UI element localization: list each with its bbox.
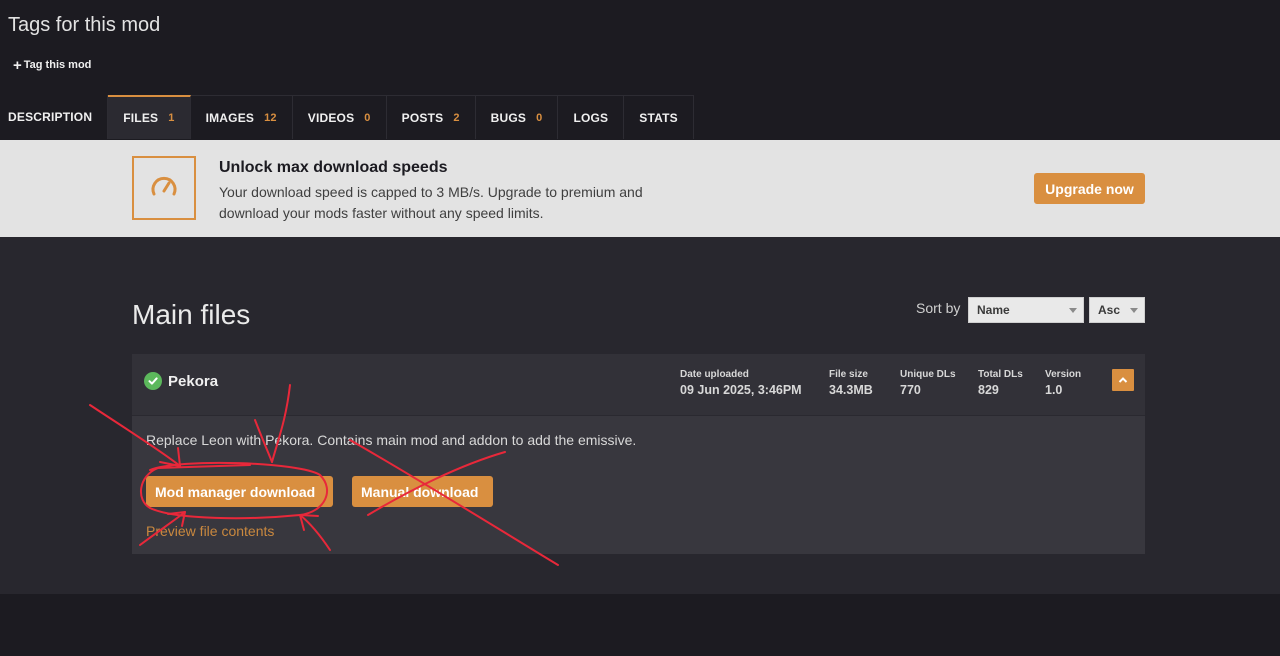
tab-videos[interactable]: VIDEOS 0	[292, 95, 387, 139]
mod-manager-download-button[interactable]: Mod manager download	[146, 476, 333, 507]
file-description: Replace Leon with Pekora. Contains main …	[146, 432, 637, 448]
manual-download-button[interactable]: Manual download	[352, 476, 493, 507]
speedometer-icon	[132, 156, 196, 220]
tab-count: 0	[364, 111, 371, 124]
upgrade-now-button[interactable]: Upgrade now	[1034, 173, 1145, 204]
sort-label: Sort by	[916, 300, 961, 316]
tab-bugs[interactable]: BUGS 0	[475, 95, 559, 139]
tab-posts[interactable]: POSTS 2	[386, 95, 476, 139]
tab-count: 0	[536, 111, 543, 124]
tab-count: 1	[168, 112, 175, 124]
file-name: Pekora	[168, 373, 219, 390]
tag-this-mod-label: Tag this mod	[23, 59, 92, 71]
tab-count: 12	[264, 111, 277, 124]
mod-tabs: DESCRIPTION FILES 1 IMAGES 12 VIDEOS 0 P…	[0, 95, 694, 140]
file-card: Pekora Date uploaded 09 Jun 2025, 3:46PM…	[132, 354, 1145, 554]
check-circle-icon	[144, 372, 162, 390]
promo-text: Your download speed is capped to 3 MB/s.…	[219, 184, 643, 221]
meta-unique-dls: Unique DLs 770	[900, 369, 956, 397]
tags-title: Tags for this mod	[8, 14, 161, 36]
plus-icon: +	[13, 56, 22, 74]
collapse-button[interactable]	[1112, 369, 1134, 391]
sort-order-select[interactable]: Asc	[1089, 297, 1145, 323]
mod-header: Tags for this mod + Tag this mod DESCRIP…	[0, 0, 1280, 140]
tab-description[interactable]: DESCRIPTION	[0, 95, 109, 139]
page-footer-area	[0, 594, 1280, 656]
file-header[interactable]: Pekora Date uploaded 09 Jun 2025, 3:46PM…	[132, 354, 1145, 416]
tag-this-mod-link[interactable]: + Tag this mod	[13, 56, 92, 74]
tab-logs[interactable]: LOGS	[558, 95, 625, 139]
preview-file-contents-link[interactable]: Preview file contents	[146, 523, 274, 539]
tab-count: 2	[453, 111, 460, 124]
meta-version: Version 1.0	[1045, 369, 1082, 397]
chevron-down-icon	[1069, 308, 1077, 313]
premium-promo-banner: Unlock max download speeds Your download…	[0, 140, 1280, 237]
promo-title: Unlock max download speeds	[219, 159, 448, 176]
tab-images[interactable]: IMAGES 12	[190, 95, 293, 139]
chevron-up-icon	[1118, 377, 1128, 383]
meta-total-dls: Total DLs 829	[978, 369, 1023, 397]
sort-field-select[interactable]: Name	[968, 297, 1084, 323]
tab-files[interactable]: FILES 1	[108, 95, 191, 139]
tab-stats[interactable]: STATS	[624, 95, 694, 139]
meta-date-uploaded: Date uploaded 09 Jun 2025, 3:46PM	[680, 369, 802, 397]
chevron-down-icon	[1130, 308, 1138, 313]
section-title: Main files	[132, 299, 251, 330]
files-section: Main files Sort by Name Asc Pekora Date …	[0, 237, 1280, 594]
meta-file-size: File size 34.3MB	[829, 369, 873, 397]
